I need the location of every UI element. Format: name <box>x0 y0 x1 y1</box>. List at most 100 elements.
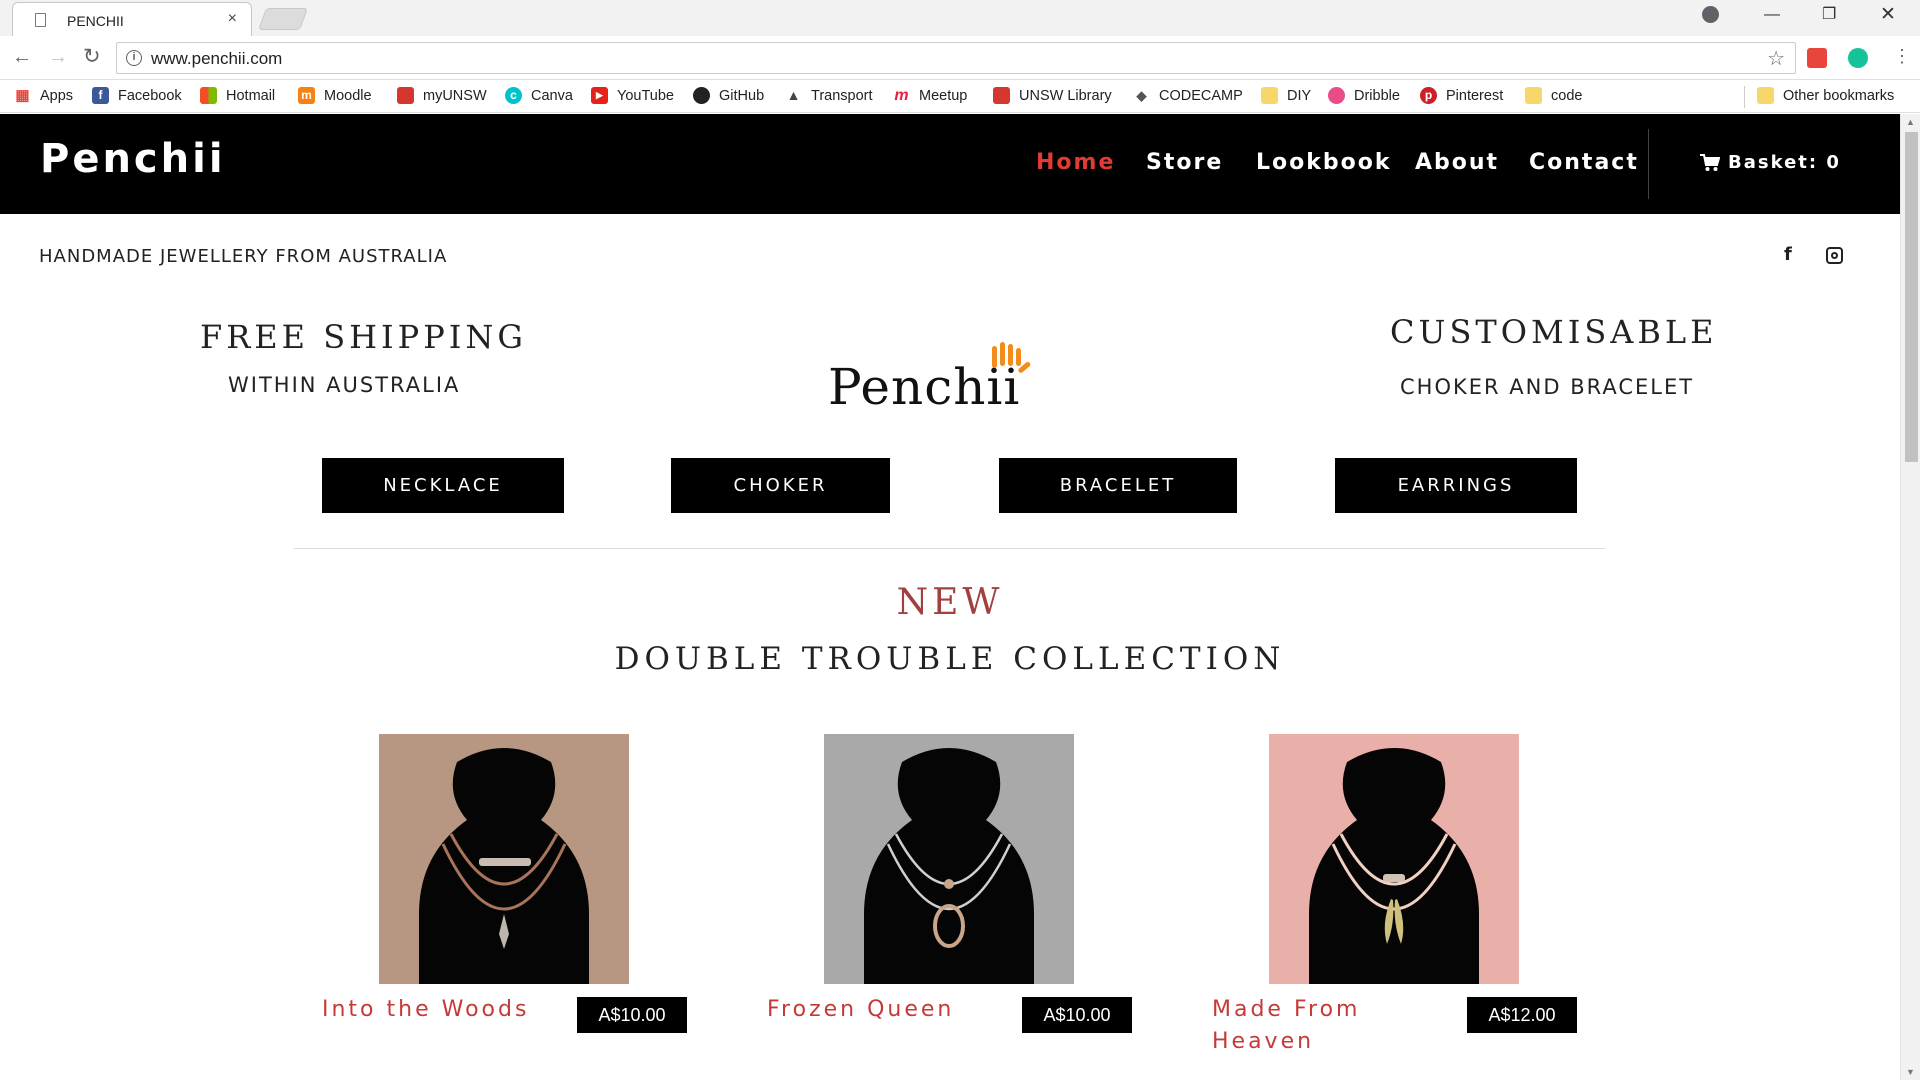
bookmark-canva[interactable]: c Canva <box>505 87 573 104</box>
bookmark-myunsw[interactable]: myUNSW <box>397 87 487 104</box>
moodle-icon: m <box>298 87 315 104</box>
bookmark-label: Other bookmarks <box>1783 87 1895 104</box>
collection-title: DOUBLE TROUBLE COLLECTION <box>614 641 1286 677</box>
bookmarks-separator <box>1744 86 1745 108</box>
bookmark-meetup[interactable]: m Meetup <box>893 87 967 104</box>
product-name[interactable]: Frozen Queen <box>767 994 954 1026</box>
product-price: A$10.00 <box>1022 997 1132 1033</box>
bookmark-youtube[interactable]: ▶ YouTube <box>591 87 674 104</box>
nav-contact[interactable]: Contact <box>1529 150 1639 175</box>
restore-icon[interactable]: ❐ <box>1822 4 1836 24</box>
promo-choker-bracelet: CHOKER AND BRACELET <box>1400 375 1695 399</box>
minimize-icon[interactable]: — <box>1764 6 1780 24</box>
new-label: NEW <box>896 582 1004 623</box>
close-tab-icon[interactable]: × <box>228 10 237 28</box>
bookmark-dribble[interactable]: Dribble <box>1328 87 1400 104</box>
scrollbar-thumb[interactable] <box>1905 132 1918 462</box>
nav-divider <box>1648 129 1649 199</box>
back-icon[interactable]: ← <box>12 46 32 69</box>
bookmark-hotmail[interactable]: Hotmail <box>200 87 275 104</box>
bookmark-codecamp[interactable]: ◆ CODECAMP <box>1133 87 1243 104</box>
folder-icon <box>1757 87 1774 104</box>
url-text[interactable]: www.penchii.com <box>151 49 282 69</box>
site-info-icon[interactable]: i <box>126 50 142 66</box>
bookmark-label: Transport <box>811 87 873 104</box>
product-image-made-from-heaven[interactable] <box>1269 734 1519 984</box>
unsw-crest-icon <box>397 87 414 104</box>
grammarly-extension-icon[interactable] <box>1848 48 1868 68</box>
bookmark-diy-folder[interactable]: DIY <box>1261 87 1311 104</box>
product-name-line: Made From <box>1212 997 1361 1022</box>
necklace-bust-image <box>1309 748 1479 984</box>
promo-within-australia: WITHIN AUSTRALIA <box>228 373 461 397</box>
bookmark-label: code <box>1551 87 1583 104</box>
scroll-down-arrow-icon[interactable]: ▼ <box>1906 1067 1915 1077</box>
dribbble-icon <box>1328 87 1345 104</box>
facebook-icon: f <box>92 87 109 104</box>
profile-icon[interactable] <box>1702 6 1719 23</box>
transport-icon: ▲ <box>786 87 801 103</box>
cart-icon <box>1700 153 1720 171</box>
canva-icon: c <box>505 87 522 104</box>
scroll-up-arrow-icon[interactable]: ▲ <box>1906 117 1915 127</box>
basket-button[interactable]: Basket: 0 <box>1700 152 1841 173</box>
bookmark-label: Hotmail <box>226 87 276 104</box>
nav-lookbook[interactable]: Lookbook <box>1256 150 1392 175</box>
bookmark-star-icon[interactable]: ☆ <box>1767 46 1785 71</box>
choker-button[interactable]: CHOKER <box>671 458 890 513</box>
tab-title: PENCHII <box>67 13 124 29</box>
bookmark-label: DIY <box>1287 87 1312 104</box>
bookmark-transport[interactable]: ▲ Transport <box>785 87 873 104</box>
bookmark-label: Pinterest <box>1446 87 1504 104</box>
earrings-button[interactable]: EARRINGS <box>1335 458 1577 513</box>
address-bar[interactable]: i www.penchii.com ☆ <box>116 42 1796 74</box>
necklace-button[interactable]: NECKLACE <box>322 458 564 513</box>
new-tab-button[interactable] <box>257 8 309 30</box>
section-divider <box>294 548 1605 549</box>
browser-tab[interactable]: PENCHII × <box>12 2 252 36</box>
product-name[interactable]: Into the Woods <box>322 994 529 1026</box>
close-window-icon[interactable]: ✕ <box>1880 3 1896 26</box>
product-name[interactable]: Made From Heaven <box>1212 994 1360 1058</box>
pinterest-icon: p <box>1420 87 1437 104</box>
bookmark-apps[interactable]: ▦ Apps <box>14 87 73 104</box>
nav-about[interactable]: About <box>1415 150 1499 175</box>
site-logo[interactable]: Penchii <box>40 136 226 182</box>
bookmark-github[interactable]: GitHub <box>693 87 764 104</box>
product-image-frozen-queen[interactable] <box>824 734 1074 984</box>
nav-store[interactable]: Store <box>1146 150 1223 175</box>
github-icon <box>693 87 710 104</box>
hand-logo-icon <box>992 342 1031 373</box>
bookmark-code-folder[interactable]: code <box>1525 87 1582 104</box>
facebook-icon[interactable]: f <box>1784 244 1792 265</box>
todoist-extension-icon[interactable] <box>1807 48 1827 68</box>
bookmark-unsw-library[interactable]: UNSW Library <box>993 87 1112 104</box>
page-scrollbar[interactable]: ▲ ▼ <box>1900 114 1920 1080</box>
bookmark-label: GitHub <box>719 87 765 104</box>
product-image-into-the-woods[interactable] <box>379 734 629 984</box>
bracelet-button[interactable]: BRACELET <box>999 458 1237 513</box>
product-price: A$10.00 <box>577 997 687 1033</box>
bookmark-label: Apps <box>40 87 74 104</box>
instagram-icon[interactable] <box>1826 247 1843 264</box>
page-viewport: Penchii Home Store Lookbook About Contac… <box>0 114 1900 1080</box>
reload-icon[interactable]: ↻ <box>83 44 101 69</box>
product-name-line: Heaven <box>1212 1029 1315 1054</box>
bookmark-other-folder[interactable]: Other bookmarks <box>1757 87 1894 104</box>
menu-kebab-icon[interactable]: ⋮ <box>1893 46 1911 67</box>
promo-customisable: CUSTOMISABLE <box>1390 313 1718 351</box>
basket-label: Basket: 0 <box>1728 152 1841 173</box>
codecamp-icon: ◆ <box>1136 88 1147 103</box>
bookmark-pinterest[interactable]: p Pinterest <box>1420 87 1503 104</box>
bookmark-label: myUNSW <box>423 87 487 104</box>
youtube-icon: ▶ <box>591 87 608 104</box>
forward-icon[interactable]: → <box>48 46 68 69</box>
bookmark-moodle[interactable]: m Moodle <box>298 87 372 104</box>
necklace-bust-image <box>419 748 589 984</box>
bookmark-label: YouTube <box>617 87 674 104</box>
meetup-icon: m <box>894 87 909 104</box>
bookmark-facebook[interactable]: f Facebook <box>92 87 182 104</box>
folder-icon <box>1525 87 1542 104</box>
promo-free-shipping: FREE SHIPPING <box>200 318 527 356</box>
nav-home[interactable]: Home <box>1036 150 1115 175</box>
